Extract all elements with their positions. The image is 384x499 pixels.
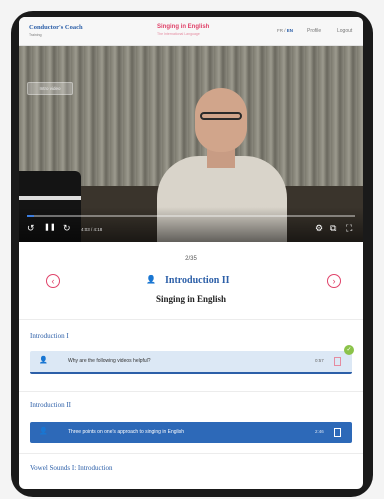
- section-divider: [19, 319, 363, 320]
- video-progress-bar[interactable]: [27, 215, 355, 217]
- video-time-readout: 4:03 / 4:18: [81, 227, 103, 232]
- next-lesson-button[interactable]: ›: [327, 274, 341, 288]
- bookmark-icon[interactable]: [334, 428, 341, 437]
- replay-icon[interactable]: ↺: [27, 223, 35, 233]
- forward-icon[interactable]: ↻: [63, 223, 71, 233]
- video-frame-piano-keys: [19, 196, 81, 200]
- app-screen: Conductor's Coach Training Singing in En…: [19, 17, 363, 489]
- section-heading[interactable]: Vowel Sounds I: Introduction: [30, 464, 113, 472]
- lesson-title: Introduction II: [165, 275, 230, 286]
- top-navigation-bar: Conductor's Coach Training Singing in En…: [19, 17, 363, 46]
- section-heading[interactable]: Introduction II: [30, 401, 71, 409]
- singer-icon: 👤: [39, 357, 48, 364]
- singer-icon: 👤: [146, 275, 156, 284]
- picture-in-picture-icon[interactable]: ⧉: [330, 223, 336, 233]
- video-controls-bar: [19, 207, 363, 242]
- video-frame-presenter-glasses: [200, 112, 242, 120]
- video-overlay-button[interactable]: Intro video: [27, 82, 73, 95]
- logout-link[interactable]: Logout: [337, 28, 352, 34]
- lesson-counter: 2/35: [185, 256, 197, 262]
- lesson-subtitle: Singing in English: [155, 294, 227, 304]
- lesson-item-title: Why are the following videos helpful?: [68, 358, 151, 364]
- app-logo[interactable]: Conductor's Coach: [29, 24, 83, 31]
- bookmark-icon[interactable]: [334, 357, 341, 366]
- language-option-fr[interactable]: FR /: [277, 28, 287, 33]
- course-title: Singing in English: [157, 24, 210, 30]
- app-logo-subtitle: Training: [29, 33, 42, 37]
- lesson-item-duration: 0:57: [315, 358, 324, 363]
- pause-icon[interactable]: ❚❚: [44, 223, 56, 233]
- lesson-list-item[interactable]: 👤 Why are the following videos helpful? …: [30, 351, 352, 374]
- video-progress-fill: [27, 215, 34, 217]
- language-switcher[interactable]: FR / EN: [277, 28, 293, 33]
- language-option-en[interactable]: EN: [287, 28, 293, 33]
- lesson-item-duration: 2:46: [315, 429, 324, 434]
- section-heading[interactable]: Introduction I: [30, 332, 69, 340]
- profile-link[interactable]: Profile: [307, 28, 321, 34]
- course-subtitle: The International Language: [157, 32, 200, 36]
- lesson-item-title: Three points on one's approach to singin…: [68, 429, 185, 435]
- settings-icon[interactable]: ⚙: [315, 223, 323, 233]
- completed-check-icon: ✓: [344, 345, 354, 355]
- section-divider: [19, 391, 363, 392]
- section-divider: [19, 453, 363, 454]
- singer-icon: 👤: [39, 428, 48, 435]
- previous-lesson-button[interactable]: ‹: [46, 274, 60, 288]
- fullscreen-icon[interactable]: ⛶: [346, 223, 352, 233]
- lesson-list-item-active[interactable]: 👤 Three points on one's approach to sing…: [30, 422, 352, 443]
- video-frame-presenter-head: [195, 88, 247, 152]
